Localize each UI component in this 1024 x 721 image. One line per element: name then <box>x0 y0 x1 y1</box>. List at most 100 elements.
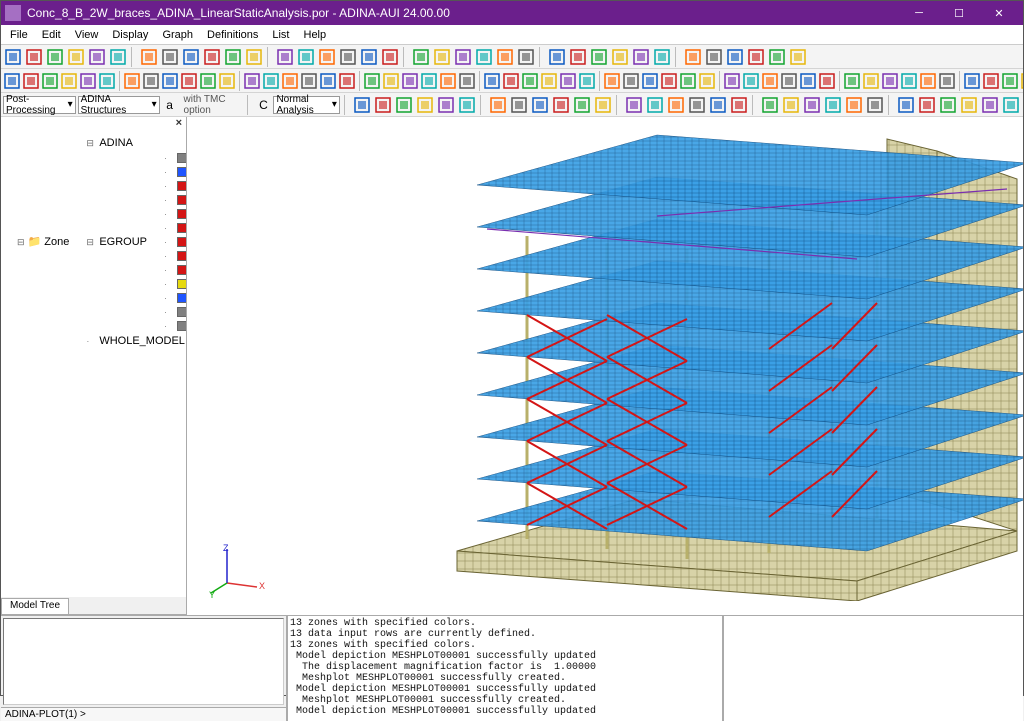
h10-icon[interactable] <box>458 71 476 91</box>
n1-icon[interactable] <box>823 95 843 115</box>
d7-icon[interactable] <box>123 71 141 91</box>
f4-icon[interactable] <box>645 95 665 115</box>
m4-icon[interactable] <box>802 95 822 115</box>
c1-icon[interactable] <box>436 95 456 115</box>
a9-icon[interactable] <box>1001 71 1019 91</box>
b2-icon[interactable] <box>373 95 393 115</box>
tab-model-tree[interactable]: Model Tree <box>1 598 69 614</box>
more-icon[interactable] <box>818 71 836 91</box>
a6-icon[interactable] <box>938 71 956 91</box>
grid-teal-icon[interactable] <box>767 47 787 67</box>
font-a-icon[interactable]: a <box>162 95 178 115</box>
save-icon[interactable] <box>45 47 65 67</box>
tree-item-eg9[interactable]: EG9 <box>164 263 186 277</box>
eye2-icon[interactable] <box>761 71 779 91</box>
menu-definitions[interactable]: Definitions <box>200 27 265 43</box>
c3-icon[interactable] <box>488 95 508 115</box>
first-icon[interactable] <box>502 71 520 91</box>
h9-icon[interactable] <box>439 71 457 91</box>
delete-icon[interactable] <box>698 71 716 91</box>
m3-icon[interactable] <box>781 95 801 115</box>
tree-item-eg8[interactable]: EG8 <box>164 249 186 263</box>
module-dropdown[interactable]: ADINA Structures ▾ <box>78 96 160 114</box>
menu-display[interactable]: Display <box>105 27 155 43</box>
minimize-button[interactable]: ─ <box>899 1 939 25</box>
prev-icon[interactable] <box>521 71 539 91</box>
close-button[interactable]: ✕ <box>979 1 1019 25</box>
tree-item-eg5[interactable]: EG5 <box>164 207 186 221</box>
play-icon[interactable] <box>559 71 577 91</box>
xyz-pick-icon[interactable] <box>359 47 379 67</box>
camera-icon[interactable] <box>652 47 672 67</box>
h3-icon[interactable] <box>319 71 337 91</box>
d8-icon[interactable] <box>142 71 160 91</box>
plot-prompt[interactable]: ADINA-PLOT(1) > <box>1 707 286 721</box>
d2-icon[interactable] <box>22 71 40 91</box>
f7-icon[interactable] <box>708 95 728 115</box>
f3-icon[interactable] <box>624 95 644 115</box>
g3-icon[interactable] <box>243 71 261 91</box>
cube-icon[interactable] <box>683 47 703 67</box>
new-icon[interactable] <box>3 47 23 67</box>
help-icon[interactable] <box>275 47 295 67</box>
key-icon[interactable] <box>202 47 222 67</box>
save-view-icon[interactable] <box>631 47 651 67</box>
mesh-blue-icon[interactable] <box>181 47 201 67</box>
bars-icon[interactable] <box>223 47 243 67</box>
d1-icon[interactable] <box>3 71 21 91</box>
a7-icon[interactable] <box>963 71 981 91</box>
node-t-icon[interactable] <box>380 47 400 67</box>
tree-item-eg4[interactable]: EG4 <box>164 193 186 207</box>
h4-icon[interactable] <box>338 71 356 91</box>
tree-item-eg6[interactable]: EG6 <box>164 221 186 235</box>
e1-icon[interactable] <box>509 95 529 115</box>
maximize-button[interactable]: ☐ <box>939 1 979 25</box>
tree-adina[interactable]: ADINA <box>86 136 186 150</box>
node-r-icon[interactable] <box>411 47 431 67</box>
analysis-dropdown[interactable]: Normal Analysis ▾ <box>273 96 339 114</box>
n2-icon[interactable] <box>844 95 864 115</box>
h1-icon[interactable] <box>281 71 299 91</box>
a2-icon[interactable] <box>862 71 880 91</box>
menu-list[interactable]: List <box>265 27 296 43</box>
grid-green-icon[interactable] <box>160 47 180 67</box>
grid-green2-icon[interactable] <box>788 47 808 67</box>
e3-icon[interactable] <box>551 95 571 115</box>
fit-icon[interactable] <box>589 47 609 67</box>
b4-icon[interactable] <box>415 95 435 115</box>
a5-icon[interactable] <box>919 71 937 91</box>
arrow-icon[interactable] <box>296 47 316 67</box>
m1-icon[interactable] <box>729 95 749 115</box>
tree-item-eg12[interactable]: EG12 <box>164 305 186 319</box>
rec-icon[interactable] <box>660 71 678 91</box>
c-icon[interactable]: C <box>256 95 272 115</box>
n4-icon[interactable] <box>896 95 916 115</box>
mode-dropdown[interactable]: Post-Processing ▾ <box>3 96 76 114</box>
stack-icon[interactable] <box>139 47 159 67</box>
node-y-icon[interactable] <box>453 47 473 67</box>
grid-fill-icon[interactable] <box>610 47 630 67</box>
menu-help[interactable]: Help <box>297 27 334 43</box>
d6-icon[interactable] <box>98 71 116 91</box>
b1-icon[interactable] <box>352 95 372 115</box>
model-viewport[interactable]: X Z Y <box>187 117 1023 615</box>
n9-icon[interactable] <box>1001 95 1021 115</box>
dd-icon[interactable] <box>780 71 798 91</box>
m2-icon[interactable] <box>760 95 780 115</box>
d4-icon[interactable] <box>60 71 78 91</box>
g1-icon[interactable] <box>199 71 217 91</box>
arrow-plus-icon[interactable] <box>317 47 337 67</box>
a1-icon[interactable] <box>843 71 861 91</box>
e2-icon[interactable] <box>530 95 550 115</box>
f1-icon[interactable] <box>572 95 592 115</box>
next-icon[interactable] <box>603 71 621 91</box>
h6-icon[interactable] <box>382 71 400 91</box>
tree-whole-model[interactable]: WHOLE_MODEL <box>86 334 186 348</box>
tree-item-eg13[interactable]: EG13 <box>164 319 186 333</box>
message-log[interactable]: 13 zones with specified colors. 13 data … <box>287 616 723 721</box>
a10-icon[interactable] <box>1020 71 1023 91</box>
rec-all-icon[interactable] <box>679 71 697 91</box>
c2-icon[interactable] <box>457 95 477 115</box>
zoom-out-icon[interactable] <box>495 47 515 67</box>
green-play-icon[interactable] <box>799 71 817 91</box>
